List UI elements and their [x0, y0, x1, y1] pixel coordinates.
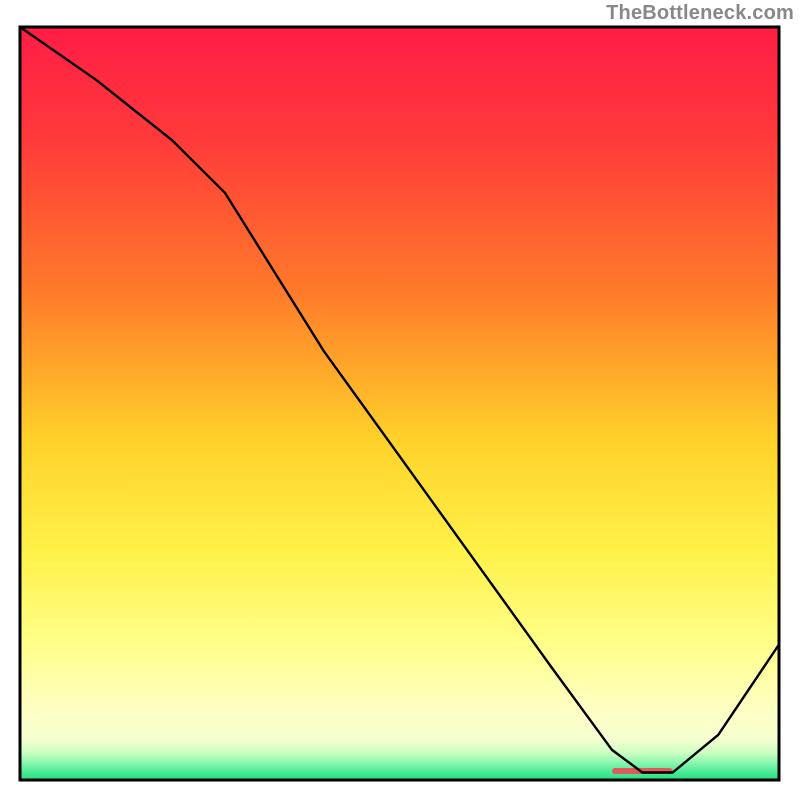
- chart-stage: TheBottleneck.com: [0, 0, 800, 800]
- chart-background: [20, 27, 779, 780]
- bottleneck-chart: [0, 0, 800, 800]
